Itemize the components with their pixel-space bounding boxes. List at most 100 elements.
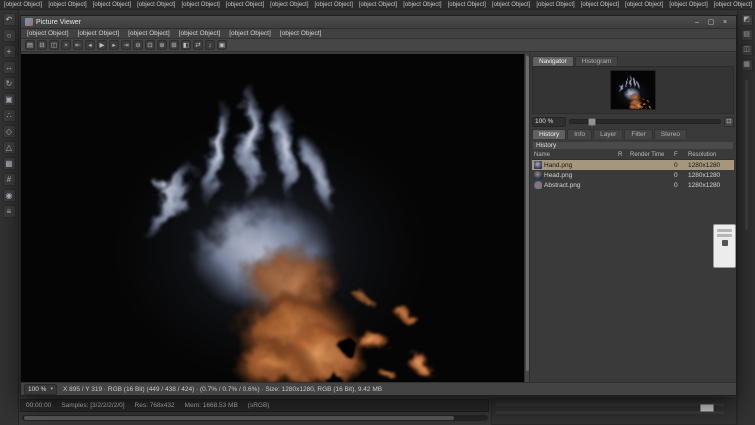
zoom-100-icon[interactable]: ⊡ bbox=[145, 40, 155, 50]
statusbar-zoom-dropdown[interactable]: 100 % ▾ bbox=[24, 384, 57, 395]
panel-scrollbar[interactable] bbox=[745, 80, 748, 230]
app-menu-item[interactable]: [object Object] bbox=[181, 2, 219, 8]
swap-ab-icon[interactable]: ⇄ bbox=[193, 40, 203, 50]
save-image-icon[interactable]: ⊟ bbox=[37, 40, 47, 50]
app-menu-item[interactable]: [object Object] bbox=[93, 2, 131, 8]
edges-mode-icon[interactable]: ◇ bbox=[3, 125, 16, 138]
info-tab[interactable]: Info bbox=[567, 129, 592, 139]
undo-icon[interactable]: ↶ bbox=[3, 13, 16, 26]
column-r: R bbox=[618, 152, 630, 158]
axis-mode-icon[interactable]: ◉ bbox=[3, 189, 16, 202]
app-menu-item[interactable]: [object Object] bbox=[226, 2, 264, 8]
copy-image-icon[interactable]: ◫ bbox=[49, 40, 59, 50]
previous-frame-icon[interactable]: ◂ bbox=[85, 40, 95, 50]
rendered-image-viewport[interactable] bbox=[21, 54, 524, 382]
render-samples: Samples: [3/2/2/2/2/0] bbox=[61, 402, 124, 409]
next-frame-icon[interactable]: ▸ bbox=[109, 40, 119, 50]
history-table: Name R Render Time F Resolution Hand. bbox=[532, 151, 734, 190]
play-icon[interactable]: ▶ bbox=[97, 40, 107, 50]
panel-icon[interactable]: ▤ bbox=[741, 29, 753, 41]
navigator-tab[interactable]: Navigator bbox=[532, 56, 574, 66]
bottom-right-panel bbox=[491, 398, 737, 425]
column-resolution: Resolution bbox=[688, 152, 732, 158]
app-menu-item[interactable]: [object Object] bbox=[581, 2, 619, 8]
rotate-tool-icon[interactable]: ↻ bbox=[3, 77, 16, 90]
scale-tool-icon[interactable]: ↔ bbox=[3, 61, 16, 74]
app-menu-item[interactable]: [object Object] bbox=[315, 2, 353, 8]
app-menu-item[interactable]: [object Object] bbox=[359, 2, 397, 8]
compare-ab-icon[interactable]: ◧ bbox=[181, 40, 191, 50]
last-tool-icon[interactable]: ▣ bbox=[3, 93, 16, 106]
close-button[interactable]: × bbox=[718, 17, 732, 28]
history-row[interactable]: Hand.png 0 1280x1280 bbox=[532, 160, 734, 170]
frame-cell: 0 bbox=[674, 162, 688, 169]
maximize-button[interactable]: ▢ bbox=[704, 17, 718, 28]
live-selection-icon[interactable]: ○ bbox=[3, 29, 16, 42]
workplane-icon[interactable]: # bbox=[3, 173, 16, 186]
info-tab[interactable]: Layer bbox=[593, 129, 623, 139]
navigator-tab[interactable]: Histogram bbox=[575, 56, 619, 66]
viewer-menu-item[interactable]: [object Object] bbox=[128, 30, 170, 37]
info-icon[interactable]: ▣ bbox=[217, 40, 227, 50]
model-mode-icon[interactable]: ▦ bbox=[3, 157, 16, 170]
timeline-scrollbar[interactable] bbox=[22, 415, 488, 421]
app-menu-item[interactable]: [object Object] bbox=[4, 2, 42, 8]
fullscreen-icon[interactable]: ↕ bbox=[205, 40, 215, 50]
info-tab[interactable]: Filter bbox=[624, 129, 652, 139]
floating-palette[interactable] bbox=[713, 224, 736, 268]
app-menu-item[interactable]: [object Object] bbox=[403, 2, 441, 8]
app-menu-item[interactable]: [object Object] bbox=[625, 2, 663, 8]
last-frame-icon[interactable]: ⇥ bbox=[121, 40, 131, 50]
panel-icon[interactable]: ◩ bbox=[741, 14, 753, 26]
zoom-value-field[interactable]: 100 % bbox=[532, 117, 566, 127]
first-frame-icon[interactable]: ⇤ bbox=[73, 40, 83, 50]
history-section-header: History bbox=[532, 141, 734, 150]
info-tab[interactable]: Stereo bbox=[654, 129, 687, 139]
panel-icon[interactable]: ◫ bbox=[741, 44, 753, 56]
fit-to-view-icon[interactable]: ⊞ bbox=[169, 40, 179, 50]
app-menu-item[interactable]: [object Object] bbox=[137, 2, 175, 8]
panel-icon[interactable]: ▦ bbox=[741, 59, 753, 71]
app-menu-item[interactable]: [object Object] bbox=[714, 2, 752, 8]
app-menu-item[interactable]: [object Object] bbox=[492, 2, 530, 8]
polygons-mode-icon[interactable]: △ bbox=[3, 141, 16, 154]
timeline-scrollbar-thumb[interactable] bbox=[24, 416, 454, 420]
palette-item bbox=[717, 229, 732, 232]
palette-swatch bbox=[722, 240, 728, 246]
minimize-button[interactable]: – bbox=[690, 17, 704, 28]
zoom-in-icon[interactable]: ⊕ bbox=[157, 40, 167, 50]
move-tool-icon[interactable]: + bbox=[3, 45, 16, 58]
app-menu-item[interactable]: [object Object] bbox=[270, 2, 308, 8]
points-mode-icon[interactable]: ∴ bbox=[3, 109, 16, 122]
viewer-menu-item[interactable]: [object Object] bbox=[27, 30, 69, 37]
delete-image-icon[interactable]: × bbox=[61, 40, 71, 50]
render-memory: Mem: 1668.53 MB bbox=[185, 402, 238, 409]
color-chip[interactable] bbox=[700, 404, 714, 412]
viewer-menu-item[interactable]: [object Object] bbox=[78, 30, 120, 37]
picture-viewer-toolbar: ▤⊟◫×⇤◂▶▸⇥⊖⊡⊕⊞◧⇄↕▣ bbox=[21, 39, 736, 52]
zoom-slider-handle[interactable] bbox=[588, 118, 596, 126]
zoom-out-icon[interactable]: ⊖ bbox=[133, 40, 143, 50]
app-menu-item[interactable]: [object Object] bbox=[536, 2, 574, 8]
image-thumbnail-icon bbox=[534, 171, 542, 179]
viewer-menu-item[interactable]: [object Object] bbox=[179, 30, 221, 37]
app-menu-item[interactable]: [object Object] bbox=[448, 2, 486, 8]
navigator-thumbnail[interactable] bbox=[610, 70, 656, 110]
history-row[interactable]: Head.png 0 1280x1280 bbox=[532, 170, 734, 180]
app-menu-item[interactable]: [object Object] bbox=[48, 2, 86, 8]
snap-settings-icon[interactable]: ≡ bbox=[3, 205, 16, 218]
fit-image-button[interactable]: ⊡ bbox=[724, 117, 734, 127]
open-file-icon[interactable]: ▤ bbox=[25, 40, 35, 50]
zoom-slider[interactable] bbox=[569, 119, 721, 124]
app-menu-item[interactable]: [object Object] bbox=[669, 2, 707, 8]
window-buttons: –▢× bbox=[690, 17, 732, 28]
picture-viewer-titlebar[interactable]: Picture Viewer –▢× bbox=[21, 16, 736, 29]
render-resolution: Res: 768x432 bbox=[135, 402, 175, 409]
viewer-menu-item[interactable]: [object Object] bbox=[229, 30, 271, 37]
chevron-down-icon: ▾ bbox=[50, 385, 53, 394]
window-title: Picture Viewer bbox=[36, 19, 81, 26]
history-row[interactable]: Abstract.png 0 1280x1280 bbox=[532, 180, 734, 190]
info-tab[interactable]: History bbox=[532, 129, 566, 139]
statusbar-zoom-value: 100 % bbox=[28, 385, 46, 394]
viewer-menu-item[interactable]: [object Object] bbox=[280, 30, 322, 37]
